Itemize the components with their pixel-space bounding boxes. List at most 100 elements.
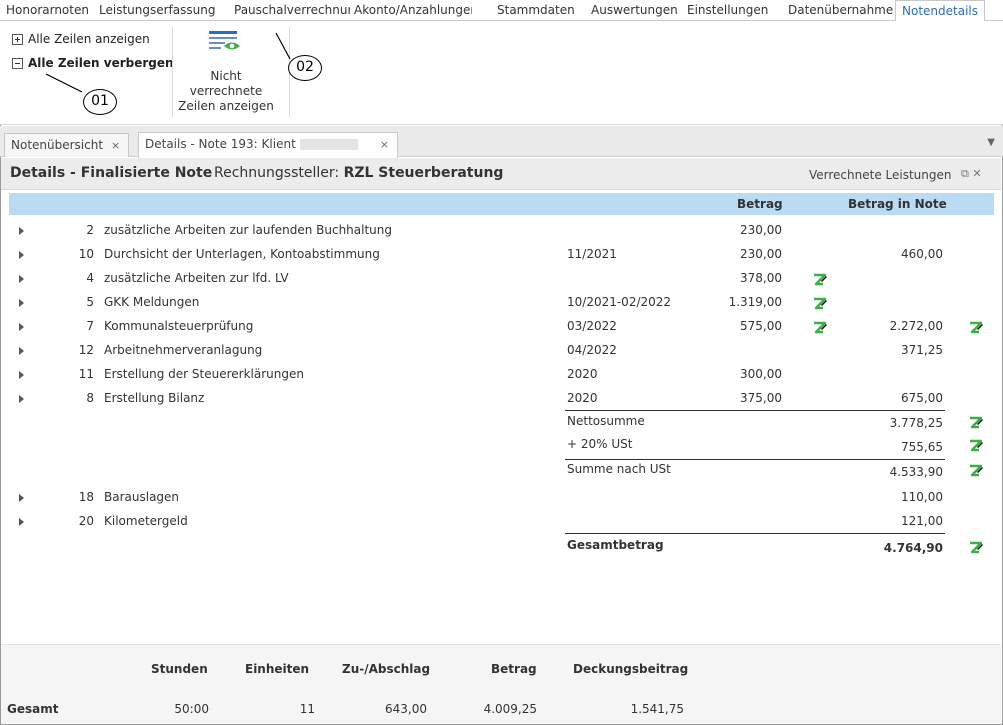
menu-pauschalverrechnung[interactable]: Pauschalverrechnung	[234, 3, 350, 17]
row-description: Erstellung der Steuererklärungen	[104, 367, 304, 381]
row-betrag-in-note: 2.272,00	[889, 319, 943, 333]
row-betrag: 300,00	[740, 367, 782, 381]
issuer-label: Rechnungssteller:	[214, 165, 340, 181]
menu-einstellungen[interactable]: Einstellungen	[687, 3, 768, 17]
row-betrag-in-note: 675,00	[901, 391, 943, 405]
row-description: Arbeitnehmerveranlagung	[104, 343, 263, 357]
summary-betrag: 4.009,25	[483, 702, 537, 716]
row-number: 11	[78, 367, 94, 381]
total-divider	[565, 533, 945, 534]
row-expand-arrow-icon[interactable]	[19, 251, 24, 259]
callout-leaders	[45, 32, 291, 93]
summe-value: 4.533,90	[889, 465, 943, 479]
row-description: Kommunalsteuerprüfung	[104, 319, 254, 333]
tab-notenuebersicht-label: Notenübersicht	[11, 138, 104, 152]
summary-deckungsbeitrag: 1.541,75	[630, 702, 684, 716]
row-expand-arrow-icon[interactable]	[19, 275, 24, 283]
row-betrag: 230,00	[740, 223, 782, 237]
row-expand-arrow-icon[interactable]	[19, 518, 24, 526]
summary-header-deckungsbeitrag: Deckungsbeitrag	[573, 662, 689, 676]
row-description: zusätzliche Arbeiten zur lfd. LV	[104, 271, 289, 285]
row-number: 12	[78, 343, 94, 357]
row-expand-arrow-icon[interactable]	[19, 395, 24, 403]
row-description: Erstellung Bilanz	[104, 391, 205, 405]
row-description: Barauslagen	[104, 490, 180, 504]
total-label: Gesamtbetrag	[567, 538, 664, 552]
grid-header: Betrag Betrag in Note	[9, 193, 994, 215]
row-number: 2	[86, 223, 94, 237]
issuer: Rechnungssteller: RZL Steuerberatung	[214, 165, 503, 181]
column-betrag[interactable]: Betrag	[737, 197, 783, 211]
subtotal-divider	[565, 459, 945, 460]
close-icon[interactable]: ×	[111, 139, 120, 152]
row-betrag-in-note: 121,00	[901, 514, 943, 528]
menu-notendetails[interactable]: Notendetails	[895, 0, 985, 22]
row-betrag-in-note: 371,25	[901, 343, 943, 357]
details-header: Details - Finalisierte Note Rechnungsste…	[1, 158, 1001, 190]
row-expand-arrow-icon[interactable]	[19, 371, 24, 379]
row-description: Kilometergeld	[104, 514, 188, 528]
details-title: Details - Finalisierte Note	[10, 165, 213, 181]
chevron-down-icon[interactable]: ▼	[987, 137, 995, 148]
menu-auswertungen[interactable]: Auswertungen	[591, 3, 678, 17]
menu-bar: Honorarnoten Leistungserfassung Pauschal…	[0, 0, 1003, 22]
row-number: 18	[78, 490, 94, 504]
ust-label: + 20% USt	[567, 437, 633, 451]
edit-z-icon[interactable]	[968, 463, 984, 479]
edit-z-icon[interactable]	[968, 438, 984, 454]
summe-label: Summe nach USt	[567, 462, 671, 476]
row-expand-arrow-icon[interactable]	[19, 347, 24, 355]
total-value: 4.764,90	[883, 541, 943, 555]
edit-z-icon[interactable]	[968, 320, 984, 336]
menu-datenuebernahme[interactable]: Datenübernahme	[788, 3, 893, 17]
menu-akonto[interactable]: Akonto/Anzahlungen	[354, 3, 472, 17]
edit-z-icon[interactable]	[968, 540, 984, 556]
row-betrag: 1.319,00	[728, 295, 782, 309]
row-number: 4	[86, 271, 94, 285]
summary-header-einheiten: Einheiten	[245, 662, 310, 676]
row-period: 10/2021-02/2022	[567, 295, 672, 309]
summary-header-betrag: Betrag	[491, 662, 537, 676]
row-description: Durchsicht der Unterlagen, Kontoabstimmu…	[104, 247, 380, 261]
edit-z-icon[interactable]	[968, 415, 984, 431]
menu-honorarnoten[interactable]: Honorarnoten	[6, 3, 89, 17]
summary-header-zuabschlag: Zu-/Abschlag	[342, 662, 431, 676]
tab-details-note[interactable]: Details - Note 193: Klient ×	[138, 132, 398, 158]
summary-header-stunden: Stunden	[151, 662, 208, 676]
redacted-client-name	[299, 139, 358, 150]
row-period: 11/2021	[567, 247, 617, 261]
row-period: 2020	[567, 367, 598, 381]
row-expand-arrow-icon[interactable]	[19, 299, 24, 307]
tab-details-label: Details - Note 193: Klient	[145, 137, 296, 151]
document-tabs: Notenübersicht × Details - Note 193: Klie…	[0, 126, 1003, 158]
netto-value: 3.778,25	[889, 416, 943, 430]
row-betrag: 575,00	[740, 319, 782, 333]
close-icon[interactable]: ✕	[972, 167, 981, 180]
row-expand-arrow-icon[interactable]	[19, 494, 24, 502]
row-number: 5	[86, 295, 94, 309]
netto-label: Nettosumme	[567, 414, 645, 428]
column-betrag-in-note[interactable]: Betrag in Note	[848, 197, 947, 211]
row-betrag-in-note: 110,00	[901, 490, 943, 504]
close-icon[interactable]: ×	[380, 138, 389, 151]
edit-z-icon[interactable]	[812, 320, 828, 336]
subtotal-divider	[565, 410, 945, 411]
edit-z-icon[interactable]	[812, 272, 828, 288]
row-expand-arrow-icon[interactable]	[19, 227, 24, 235]
edit-z-icon[interactable]	[812, 296, 828, 312]
row-expand-arrow-icon[interactable]	[19, 323, 24, 331]
callout-02: 02	[288, 55, 322, 81]
row-number: 7	[86, 319, 94, 333]
summary-row-label: Gesamt	[7, 702, 59, 716]
ribbon: Alle Zeilen anzeigen Alle Zeilen verberg…	[0, 21, 1003, 125]
callout-01: 01	[83, 89, 117, 115]
menu-leistungserfassung[interactable]: Leistungserfassung	[99, 3, 215, 17]
summary-einheiten: 11	[299, 702, 315, 716]
row-description: GKK Meldungen	[104, 295, 200, 309]
billed-services-link[interactable]: Verrechnete Leistungen	[809, 168, 952, 182]
summary-panel: Stunden Einheiten Zu-/Abschlag Betrag De…	[1, 644, 1001, 724]
summary-zuabschlag: 643,00	[385, 702, 427, 716]
popout-icon[interactable]: ⧉	[961, 167, 969, 180]
menu-stammdaten[interactable]: Stammdaten	[497, 3, 575, 17]
tab-notenuebersicht[interactable]: Notenübersicht ×	[4, 133, 130, 157]
